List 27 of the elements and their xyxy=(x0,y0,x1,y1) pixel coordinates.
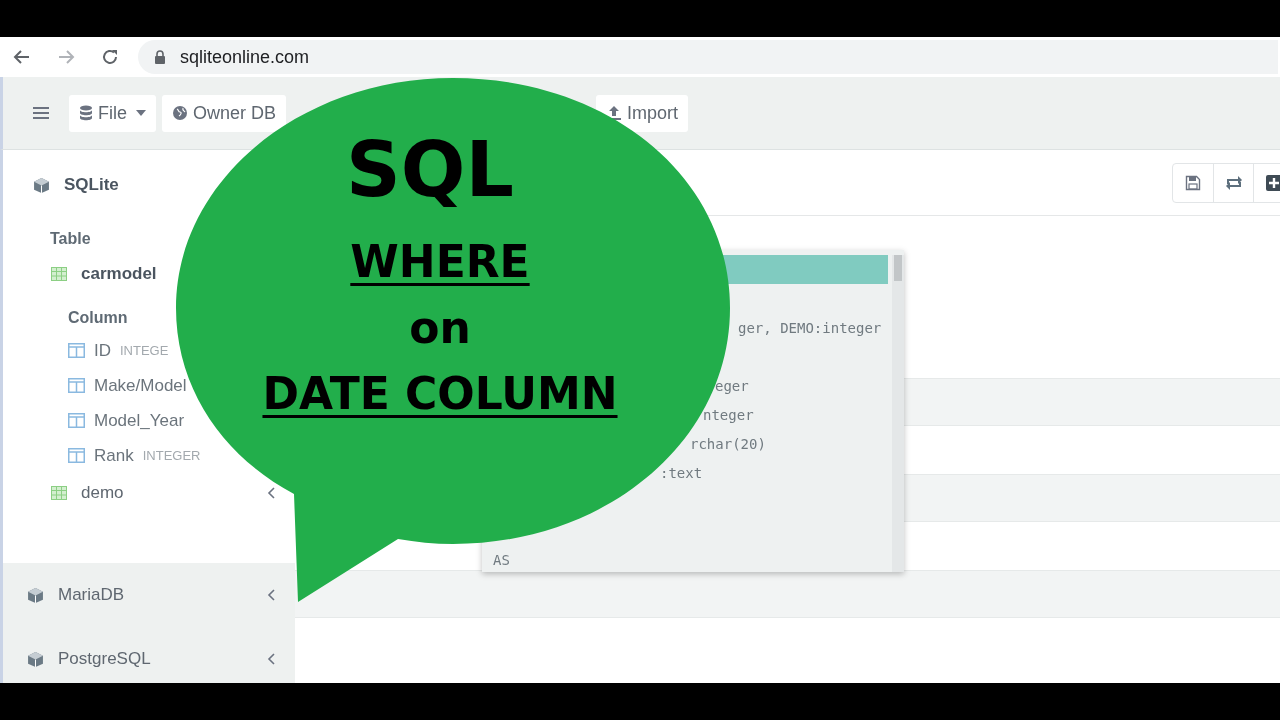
suggestion-text[interactable]: rchar(20) xyxy=(690,434,766,453)
overlay-title: SQL xyxy=(346,132,514,208)
column-name[interactable]: Model_Year xyxy=(94,407,185,434)
suggestion-text[interactable]: ger, DEMO:integer xyxy=(738,318,882,337)
suggestion-text[interactable]: eger xyxy=(715,376,749,395)
column-name[interactable]: Rank xyxy=(94,442,134,469)
suggestion-text[interactable]: nteger xyxy=(703,405,754,424)
suggestion-text[interactable]: AS xyxy=(493,550,510,569)
overlay-caption: on xyxy=(409,306,471,350)
column-name[interactable]: Make/Model xyxy=(94,372,187,399)
column-name[interactable]: ID xyxy=(94,337,111,364)
section-heading: Column xyxy=(67,308,129,328)
database-name[interactable]: PostgreSQL xyxy=(58,646,151,672)
url-text: sqliteonline.com xyxy=(180,45,310,69)
database-name[interactable]: SQLite xyxy=(64,172,119,198)
table-name[interactable]: demo xyxy=(81,480,124,506)
section-heading: Table xyxy=(49,229,92,249)
table-name[interactable]: carmodel xyxy=(81,261,157,287)
column-type: INTEGER xyxy=(142,446,201,465)
suggestion-text[interactable]: :text xyxy=(660,463,703,482)
column-type: INTEGE xyxy=(120,341,169,360)
toolbar-button[interactable]: File xyxy=(69,94,156,132)
database-name[interactable]: MariaDB xyxy=(58,582,125,608)
toolbar-button[interactable]: Owner DB xyxy=(162,94,287,132)
overlay-caption: WHERE xyxy=(350,240,530,284)
address-bar[interactable]: sqliteonline.com xyxy=(138,40,1278,74)
overlay-caption: DATE COLUMN xyxy=(262,372,618,416)
